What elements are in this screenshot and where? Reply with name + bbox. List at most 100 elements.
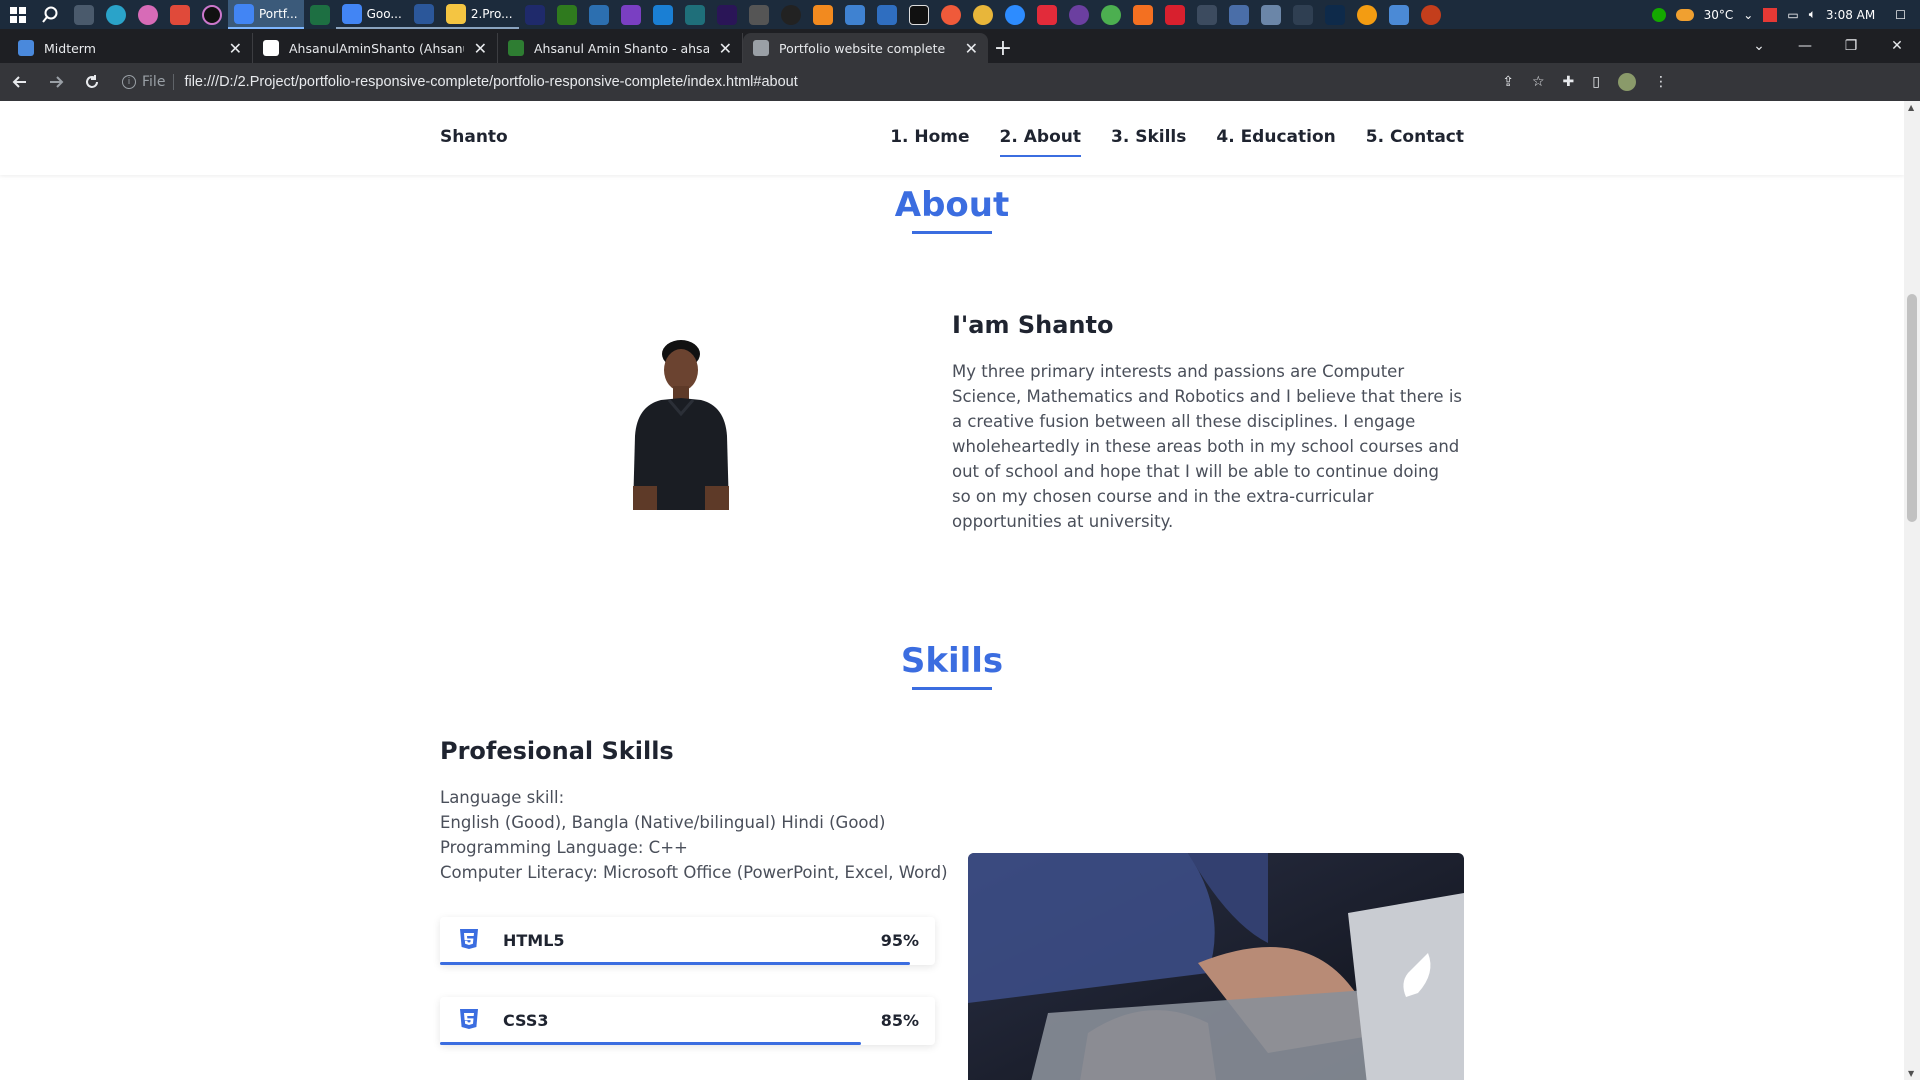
reload-icon[interactable] [76,66,108,98]
close-tab-icon[interactable]: ✕ [474,39,487,58]
close-tab-icon[interactable]: ✕ [719,39,732,58]
close-window-button[interactable]: ✕ [1874,38,1920,54]
app-icon[interactable] [1228,4,1249,25]
close-tab-icon[interactable]: ✕ [229,39,242,58]
obs-icon[interactable] [202,4,222,25]
url-text[interactable]: file:///D:/2.Project/portfolio-responsiv… [184,74,797,90]
app-green-icon[interactable] [1100,4,1121,25]
address-bar[interactable]: i File file:///D:/2.Project/portfolio-re… [122,67,1682,97]
profile-avatar[interactable] [1618,73,1636,91]
windows-start-icon[interactable] [0,0,36,29]
scheme-label: File [142,74,166,90]
app-tray-icon[interactable] [1763,7,1778,22]
app-orange-icon[interactable] [1356,4,1377,25]
forward-icon[interactable] [40,66,72,98]
taskbar-app-chrome-google[interactable]: Goo... [335,0,408,29]
site-info-button[interactable]: i File [122,74,175,90]
scrollbar-thumb[interactable] [1907,294,1917,522]
visual-studio-icon[interactable] [620,4,641,25]
app-orange-icon[interactable] [1132,4,1153,25]
excel-icon [309,4,330,25]
search-icon[interactable] [42,5,62,25]
volume-icon[interactable]: 🔈︎ [1809,7,1816,22]
pycharm-icon[interactable] [908,4,929,25]
notification-icon[interactable]: ☐ [1895,8,1906,22]
github-icon[interactable] [1068,4,1089,25]
app-icon[interactable] [1292,4,1313,25]
side-panel-icon[interactable]: ▯ [1592,74,1600,90]
skill-name: CSS3 [503,1011,549,1030]
page-scrollbar[interactable]: ▲ ▼ [1904,101,1920,1080]
browser-tab[interactable]: AhsanulAminShanto (Ahsanul Amin Shanto) ✕ [253,33,498,63]
taskbar-app-chrome-portfolio[interactable]: Portf... [228,0,304,29]
store-icon[interactable] [170,4,190,25]
weather-icon[interactable] [1675,8,1694,21]
browser-tab[interactable]: Midterm ✕ [8,33,253,63]
calculator-icon[interactable] [74,4,94,25]
chevron-up-icon[interactable]: ⌄ [1743,8,1753,22]
app-red-icon[interactable] [1036,4,1057,25]
bookmark-star-icon[interactable]: ☆ [1532,74,1545,90]
nav-link[interactable]: 1. Home [890,127,969,147]
media-icon[interactable] [748,4,769,25]
extensions-icon[interactable]: ✚ [1563,74,1575,90]
nav-link[interactable]: 5. Contact [1366,127,1464,147]
favicon-icon [18,40,34,56]
share-icon[interactable]: ⇪ [1502,74,1514,90]
nav-link[interactable]: 4. Education [1216,127,1335,147]
back-icon[interactable] [4,66,36,98]
restore-button[interactable]: ❐ [1828,38,1874,54]
taskbar-app-excel[interactable] [304,0,336,29]
scroll-up-icon[interactable]: ▲ [1908,103,1914,112]
app-icon[interactable] [1196,4,1217,25]
browser-tab[interactable]: Ahsanul Amin Shanto - ahsanulamin ✕ [498,33,743,63]
nav-link[interactable]: 2. About [999,127,1082,157]
premiere-icon[interactable] [716,4,737,25]
network-icon[interactable]: ▭ [1787,8,1798,22]
edge-icon[interactable] [106,4,126,25]
about-section-title: About [0,185,1904,234]
new-tab-button[interactable]: + [988,33,1018,63]
nvidia-icon[interactable] [556,4,577,25]
skill-progress-bar [440,962,911,965]
site-logo[interactable]: Shanto [440,127,508,147]
zoom-icon[interactable] [1004,4,1025,25]
taskbar-app-word[interactable] [407,0,440,29]
scroll-down-icon[interactable]: ▼ [1908,1069,1914,1078]
nav-link[interactable]: 3. Skills [1111,127,1186,147]
close-tab-icon[interactable]: ✕ [965,39,978,58]
lens-icon[interactable] [684,4,705,25]
page-viewport: Shanto 1. Home 2. About 3. Skills 4. Educat… [0,101,1904,1080]
vscode-icon[interactable] [652,4,673,25]
photoshop-icon[interactable] [1324,4,1345,25]
paint-icon[interactable] [138,4,158,25]
browser-tab[interactable]: Portfolio website complete ✕ [743,33,988,63]
upwork-icon[interactable] [1651,7,1666,22]
chrome-menu-icon[interactable]: ⋮ [1654,74,1668,90]
sublime-icon[interactable] [812,4,833,25]
clock-time[interactable]: 3:08 AM [1826,8,1875,22]
file-explorer-icon [445,3,466,24]
photos-icon[interactable] [940,4,961,25]
temperature-text: 30°C [1703,7,1734,22]
virtualbox-icon[interactable] [1388,4,1409,25]
tab-search-icon[interactable]: ⌄ [1736,38,1782,54]
html5-icon [458,928,480,956]
mail-icon[interactable] [876,4,897,25]
acrobat-icon[interactable] [1164,4,1185,25]
chrome-icon[interactable] [972,4,993,25]
animate-icon[interactable] [524,4,545,25]
taskbar-app-file-explorer[interactable]: 2.Pro... [439,0,519,29]
keyboard-icon[interactable] [1260,4,1281,25]
favicon-icon [263,40,279,56]
github-desktop-icon[interactable] [780,4,801,25]
powerpoint-icon[interactable] [1420,4,1441,25]
browser-toolbar: i File file:///D:/2.Project/portfolio-re… [0,63,1920,101]
about-heading: I'am Shanto [952,311,1114,339]
about-paragraph: My three primary interests and passions … [952,362,1463,531]
uplay-icon[interactable] [844,4,865,25]
minimize-button[interactable]: — [1782,38,1828,54]
skill-name: HTML5 [503,931,565,950]
favicon-icon [508,40,524,56]
pycharm-edu-icon[interactable] [588,4,609,25]
